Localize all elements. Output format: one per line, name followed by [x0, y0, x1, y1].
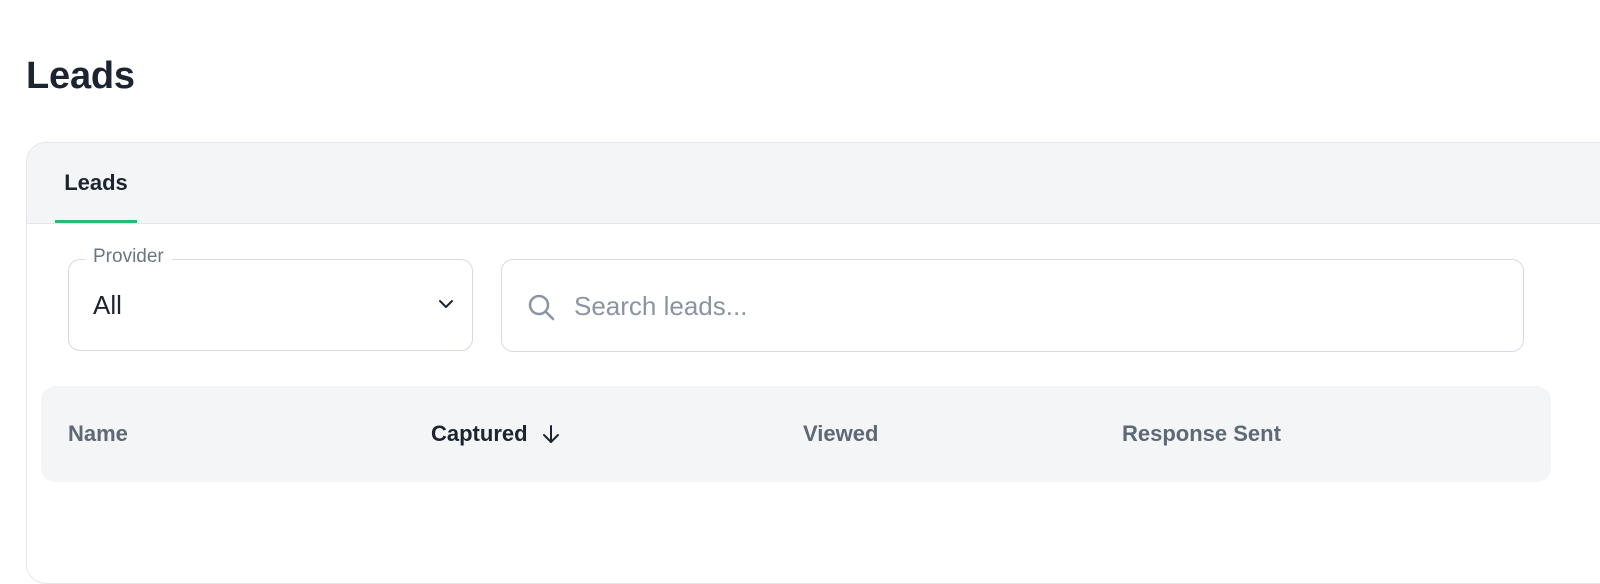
column-header-name-label: Name — [68, 421, 128, 446]
provider-value: All — [93, 290, 122, 320]
column-header-viewed-label: Viewed — [803, 421, 879, 446]
column-header-viewed[interactable]: Viewed — [803, 386, 878, 482]
tab-leads[interactable]: Leads — [55, 143, 137, 223]
tab-bar: Leads — [27, 143, 1600, 224]
column-header-name[interactable]: Name — [68, 386, 128, 482]
search-input[interactable] — [572, 280, 1496, 332]
provider-select[interactable]: Provider All — [68, 246, 473, 351]
column-header-captured-label: Captured — [431, 421, 528, 446]
column-header-response-sent-label: Response Sent — [1122, 421, 1281, 446]
table-header: Name Captured Viewed Response Sent — [41, 386, 1551, 482]
page-title: Leads — [26, 55, 135, 98]
chevron-down-icon — [439, 300, 453, 308]
arrow-down-icon — [542, 425, 559, 443]
search-box — [501, 259, 1524, 352]
column-header-captured[interactable]: Captured — [431, 386, 562, 482]
provider-label: Provider — [85, 246, 172, 268]
active-tab-indicator — [55, 220, 137, 223]
tab-leads-label: Leads — [64, 170, 128, 195]
leads-card: Leads Provider All Name Captured Viewe — [26, 142, 1600, 584]
column-header-response-sent[interactable]: Response Sent — [1122, 386, 1281, 482]
search-icon — [528, 294, 555, 321]
